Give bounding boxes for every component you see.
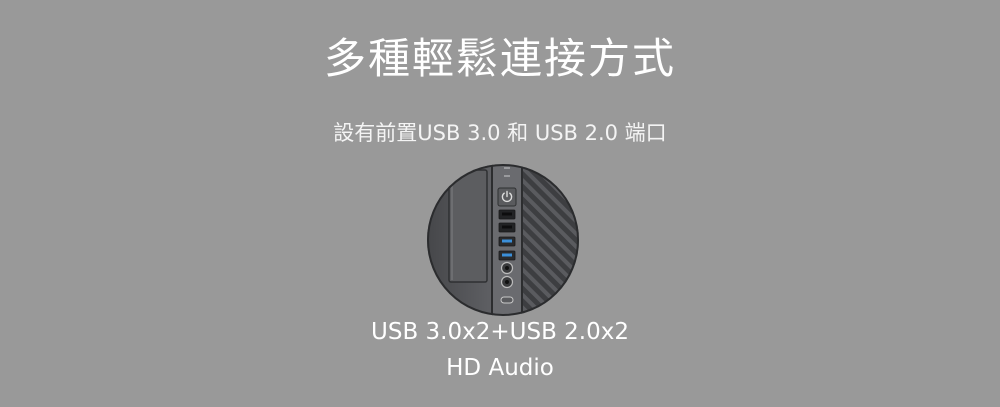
power-button[interactable] bbox=[497, 187, 517, 207]
audio-spec: HD Audio bbox=[446, 355, 554, 381]
usb3-port[interactable] bbox=[498, 250, 516, 261]
reset-button[interactable] bbox=[500, 296, 514, 304]
page-title: 多種輕鬆連接方式 bbox=[323, 34, 676, 83]
usb2-port[interactable] bbox=[498, 209, 516, 220]
usb3-port[interactable] bbox=[498, 236, 516, 247]
headphone-jack[interactable] bbox=[500, 261, 514, 275]
page-subtitle: 設有前置USB 3.0 和 USB 2.0 端口 bbox=[333, 121, 667, 145]
front-io-panel-image bbox=[427, 164, 579, 316]
usb2-port[interactable] bbox=[498, 222, 516, 233]
ports-spec: USB 3.0x2+USB 2.0x2 bbox=[371, 319, 629, 345]
microphone-jack[interactable] bbox=[500, 275, 514, 289]
